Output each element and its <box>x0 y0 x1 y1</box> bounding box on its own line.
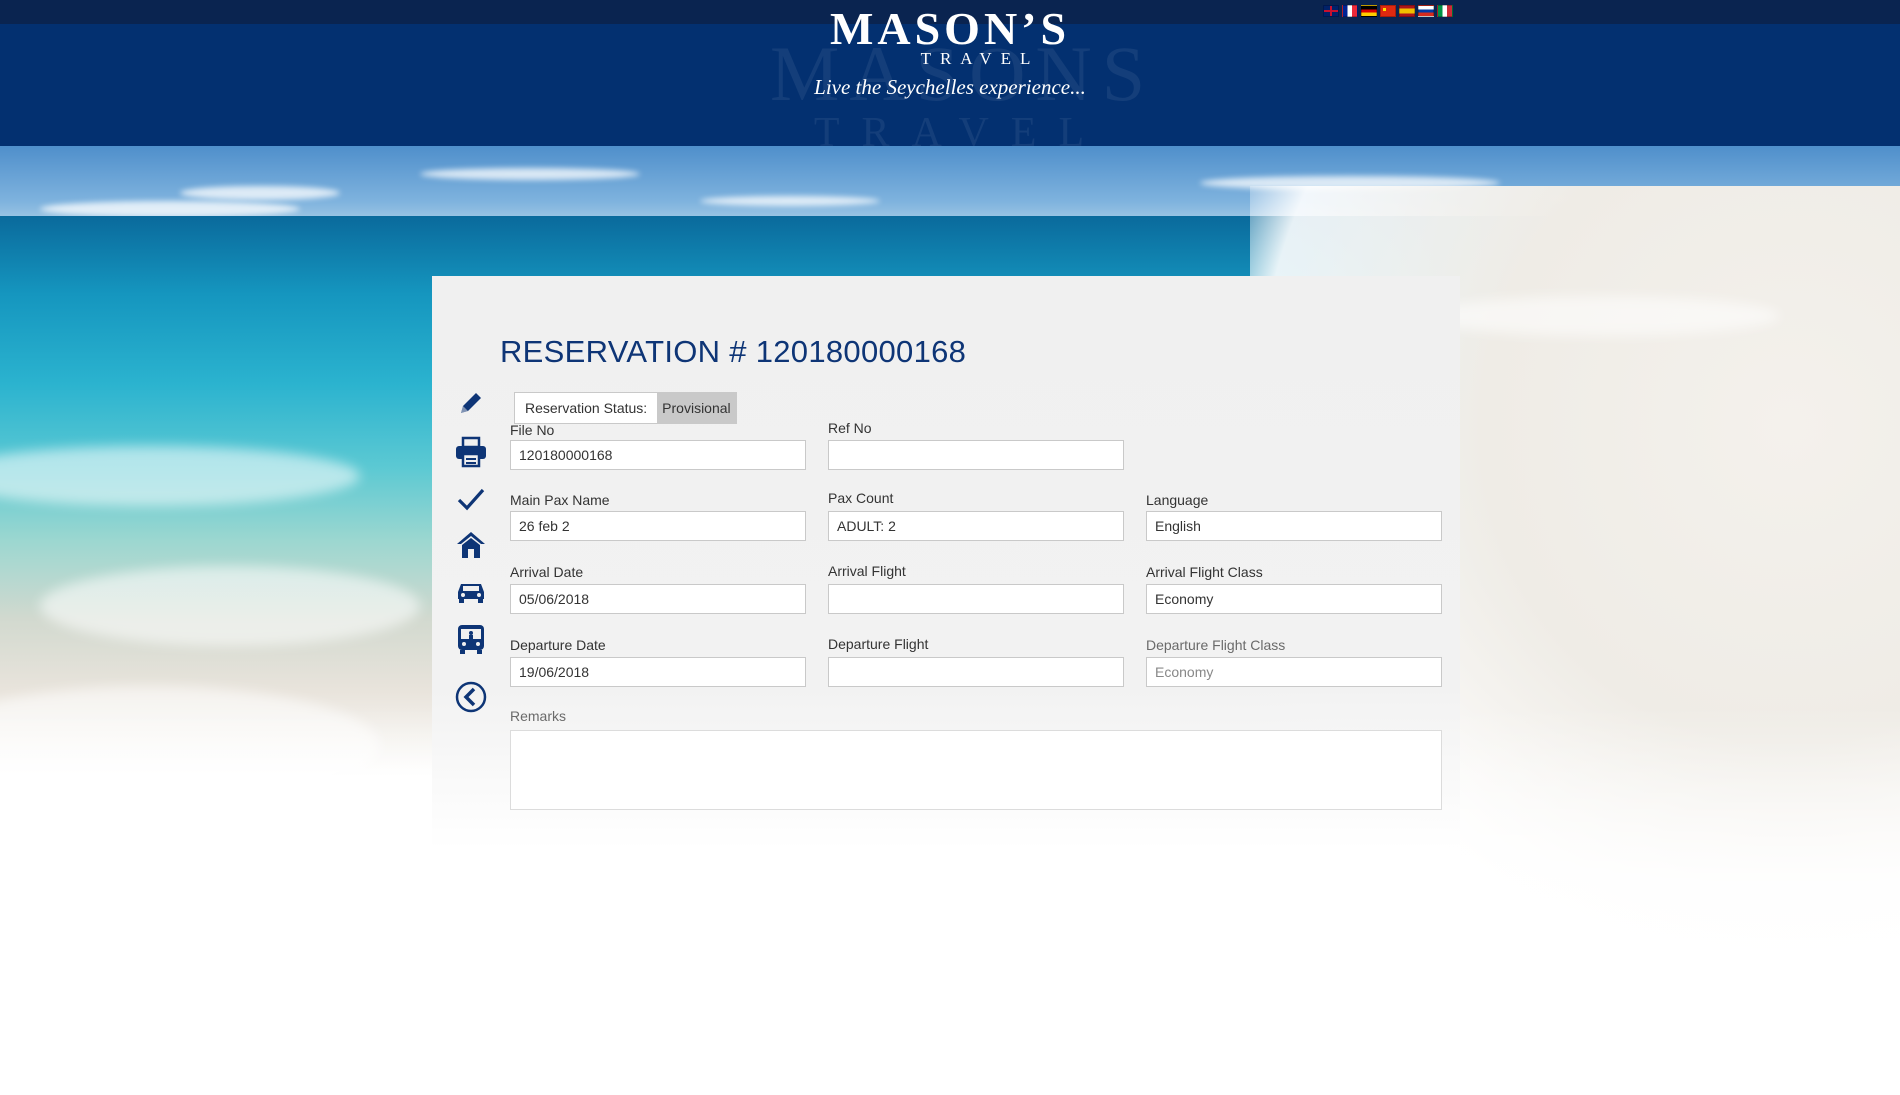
status-label: Reservation Status: <box>525 400 648 416</box>
italy-flag-icon[interactable] <box>1437 5 1453 17</box>
printer-icon[interactable] <box>452 433 490 471</box>
pencil-icon[interactable] <box>452 384 490 422</box>
brand-logo[interactable]: MASON’S TRAVEL Live the Seychelles exper… <box>800 6 1100 100</box>
ref-no-label: Ref No <box>828 420 872 436</box>
pax-count-input[interactable] <box>828 511 1124 541</box>
main-pax-name-label: Main Pax Name <box>510 492 610 508</box>
departure-flight-class-input[interactable] <box>1146 657 1442 687</box>
remarks-textarea[interactable] <box>510 730 1442 810</box>
arrival-date-label: Arrival Date <box>510 564 584 580</box>
file-no-label: File No <box>510 422 555 438</box>
departure-date-label: Departure Date <box>510 637 606 653</box>
arrival-date-input[interactable] <box>510 584 806 614</box>
spain-flag-icon[interactable] <box>1399 5 1415 17</box>
brand-tagline: Live the Seychelles experience... <box>814 75 1086 99</box>
uk-flag-icon[interactable] <box>1323 5 1339 17</box>
car-icon[interactable] <box>452 572 490 610</box>
home-icon[interactable] <box>452 526 490 564</box>
france-flag-icon[interactable] <box>1342 5 1358 17</box>
language-selector <box>1323 5 1453 17</box>
language-label: Language <box>1146 492 1209 508</box>
reservation-panel: RESERVATION # 120180000168 Reservation S… <box>432 276 1460 1095</box>
departure-flight-input[interactable] <box>828 657 1124 687</box>
departure-flight-class-label: Departure Flight Class <box>1146 637 1286 653</box>
remarks-label: Remarks <box>510 708 567 724</box>
brand-name: MASON’S <box>829 3 1071 54</box>
file-no-input[interactable] <box>510 440 806 470</box>
arrival-flight-class-input[interactable] <box>1146 584 1442 614</box>
arrival-flight-input[interactable] <box>828 584 1124 614</box>
china-flag-icon[interactable] <box>1380 5 1396 17</box>
arrival-flight-label: Arrival Flight <box>828 563 906 579</box>
checkmark-icon[interactable] <box>452 480 490 518</box>
page-title: RESERVATION # 120180000168 <box>500 334 967 369</box>
ref-no-input[interactable] <box>828 440 1124 470</box>
bus-icon[interactable] <box>452 620 490 658</box>
status-badge: Provisional <box>657 393 736 423</box>
main-pax-name-input[interactable] <box>510 511 806 541</box>
germany-flag-icon[interactable] <box>1361 5 1377 17</box>
russia-flag-icon[interactable] <box>1418 5 1434 17</box>
brand-sub: TRAVEL <box>920 49 1040 68</box>
reservation-status: Reservation Status: Provisional <box>514 392 737 424</box>
pax-count-label: Pax Count <box>828 490 894 506</box>
departure-flight-label: Departure Flight <box>828 636 929 652</box>
departure-date-input[interactable] <box>510 657 806 687</box>
arrival-flight-class-label: Arrival Flight Class <box>1146 564 1263 580</box>
language-input[interactable] <box>1146 511 1442 541</box>
back-arrow-icon[interactable] <box>452 678 490 716</box>
